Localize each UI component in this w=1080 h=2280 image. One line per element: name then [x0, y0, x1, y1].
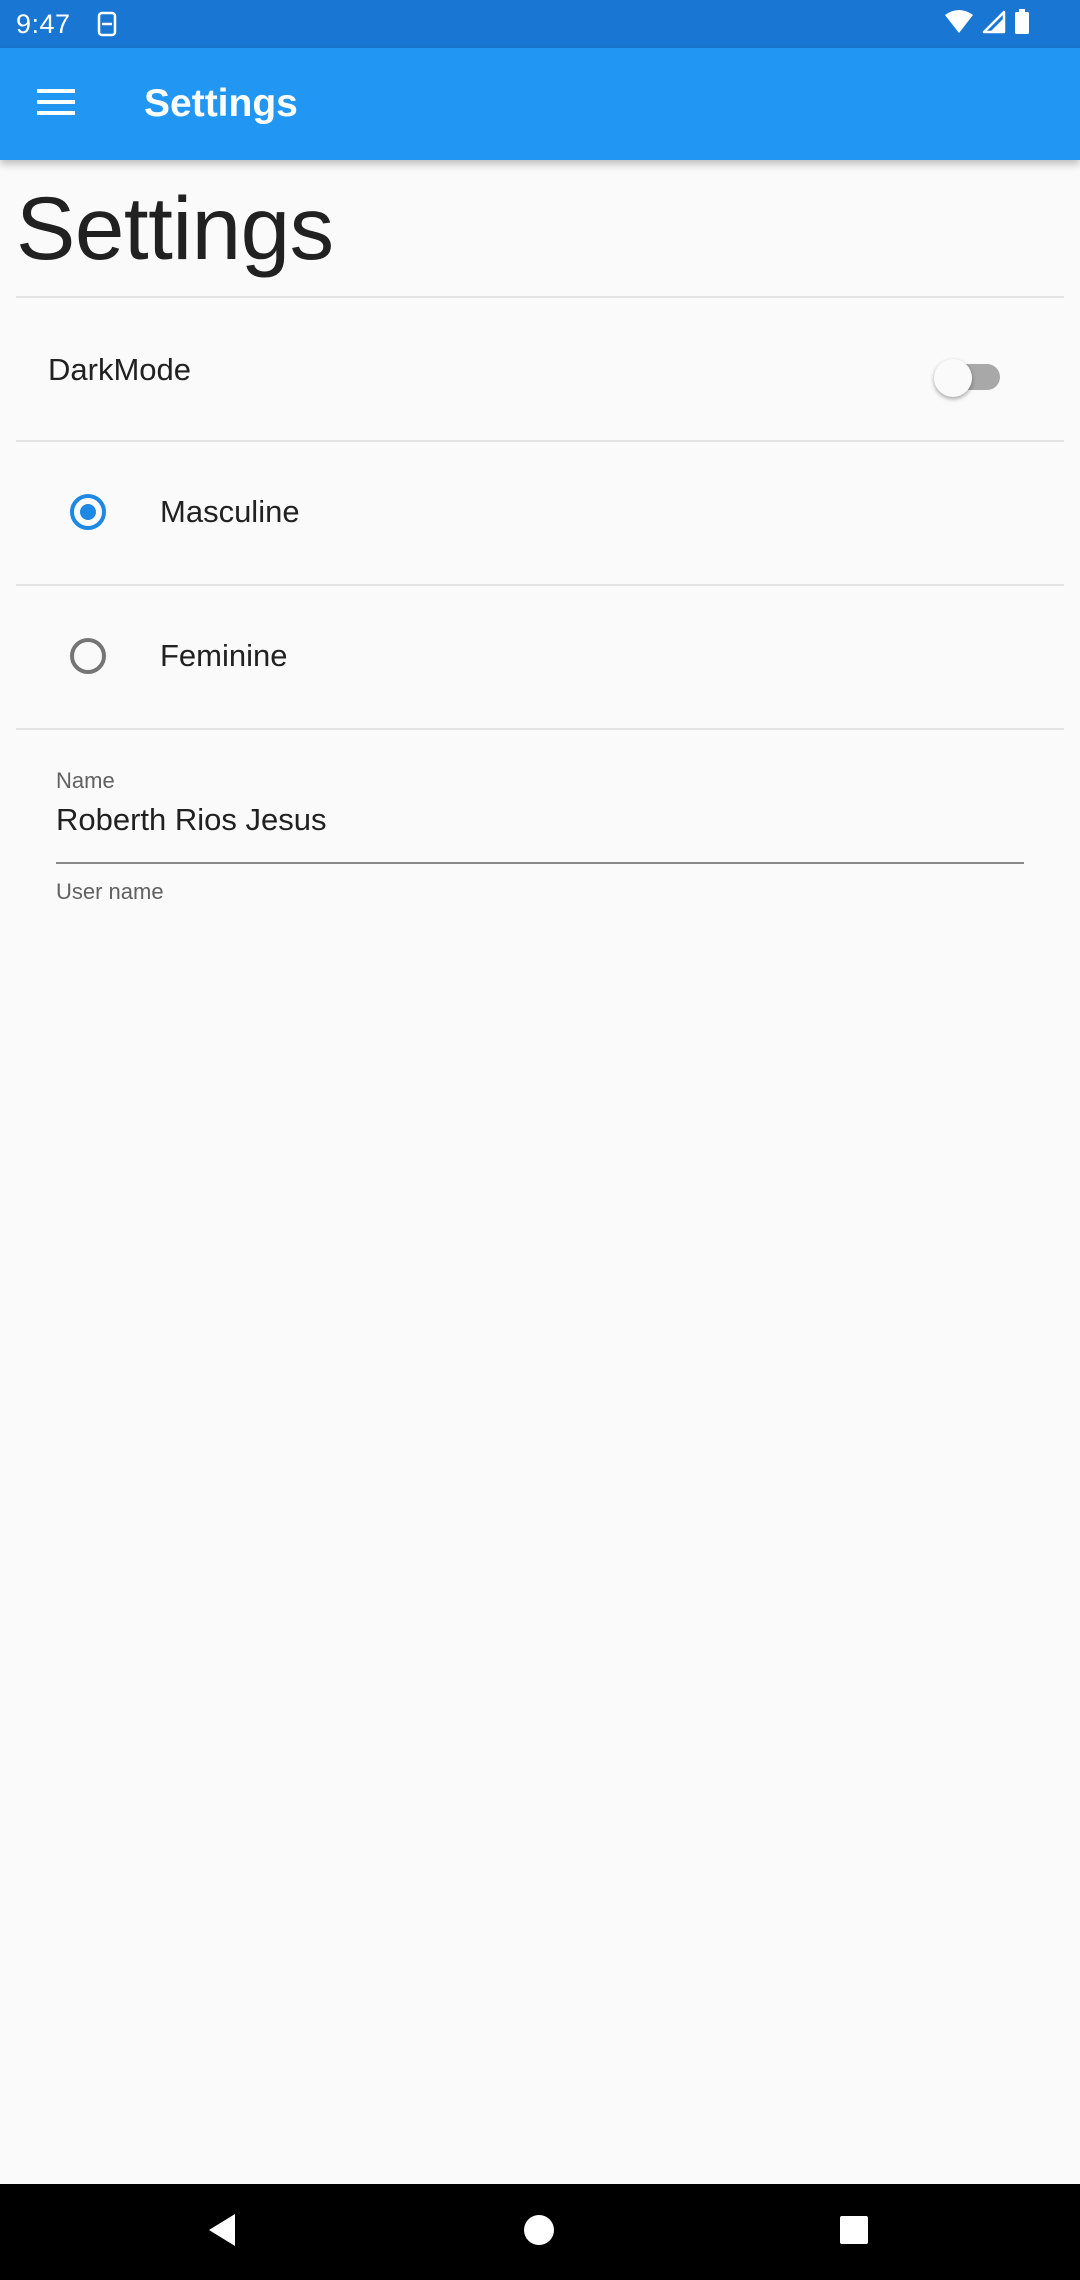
wifi-icon — [944, 9, 974, 39]
status-icons — [944, 8, 1030, 39]
radio-button-feminine[interactable] — [70, 638, 106, 674]
radio-label-masculine: Masculine — [160, 494, 300, 529]
radio-label-feminine: Feminine — [160, 638, 288, 673]
name-field-underline — [56, 862, 1024, 864]
back-icon — [207, 2213, 237, 2252]
dark-mode-switch[interactable] — [934, 350, 1004, 400]
navigation-bar — [0, 2184, 1080, 2280]
divider — [16, 296, 1064, 298]
back-button[interactable] — [194, 2204, 250, 2260]
home-icon — [523, 2214, 555, 2251]
app-bar: Settings — [0, 48, 1080, 160]
status-time: 9:47 — [16, 9, 71, 39]
recents-button[interactable] — [826, 2204, 882, 2260]
divider — [16, 440, 1064, 442]
recents-icon — [839, 2215, 869, 2250]
status-bar: 9:47 — [0, 0, 1080, 48]
page-title: Settings — [16, 178, 334, 278]
cell-signal-icon — [982, 10, 1006, 39]
radio-button-masculine[interactable] — [70, 494, 106, 530]
name-field-helper: User name — [56, 879, 164, 904]
menu-button[interactable] — [24, 72, 88, 136]
switch-thumb — [934, 359, 972, 397]
dark-mode-label: DarkMode — [48, 352, 191, 387]
divider — [16, 728, 1064, 730]
divider — [16, 584, 1064, 586]
home-button[interactable] — [511, 2204, 567, 2260]
app-bar-title: Settings — [144, 82, 298, 125]
name-input[interactable] — [56, 800, 1024, 840]
name-field-label: Name — [56, 768, 115, 793]
battery-icon — [1014, 8, 1030, 40]
sim-card-icon — [96, 10, 118, 38]
hamburger-menu-icon — [37, 88, 75, 120]
